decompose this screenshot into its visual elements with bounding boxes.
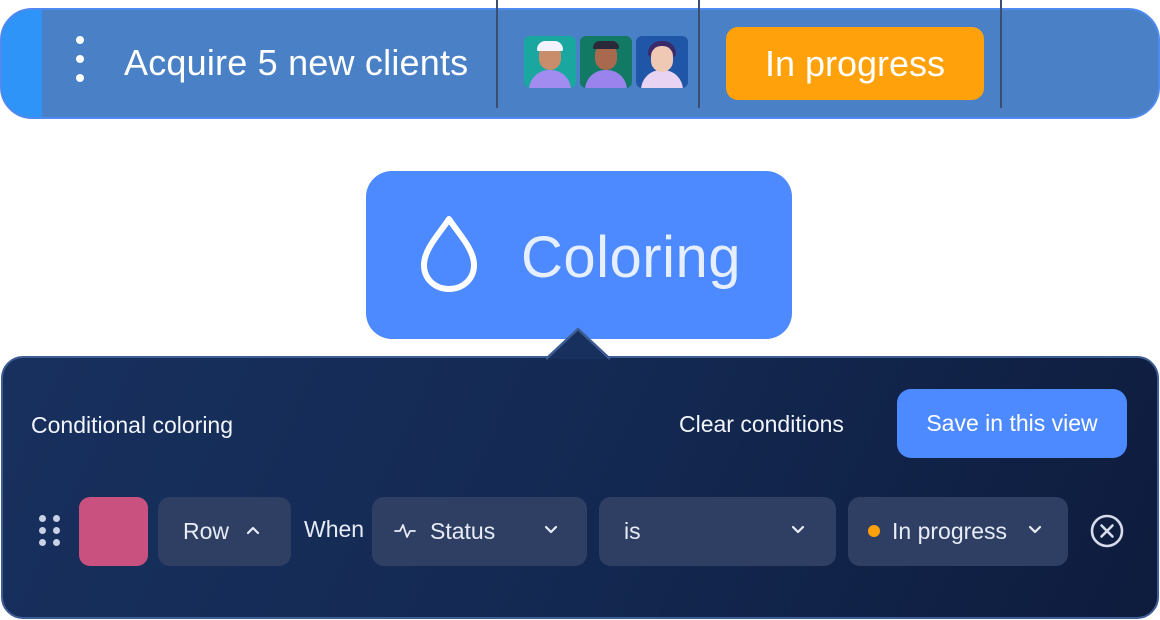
avatar-man-cap-icon[interactable]	[524, 36, 576, 88]
operator-select[interactable]: is	[599, 497, 836, 566]
chevron-down-icon	[791, 525, 805, 534]
coloring-label: Coloring	[521, 225, 741, 290]
save-in-view-button[interactable]: Save in this view	[897, 389, 1127, 458]
column-divider	[1000, 0, 1002, 108]
when-label: When	[304, 516, 365, 542]
color-swatch[interactable]	[79, 497, 148, 566]
column-divider	[698, 0, 700, 108]
value-select[interactable]: In progress	[848, 497, 1068, 566]
status-dot-icon	[868, 525, 880, 537]
vertical-dots-icon[interactable]	[68, 36, 92, 82]
field-select[interactable]: Status	[372, 497, 587, 566]
avatar-man-beard-icon[interactable]	[580, 36, 632, 88]
column-divider	[496, 0, 498, 108]
chevron-down-icon	[544, 525, 558, 534]
operator-select-value: is	[624, 518, 641, 544]
target-select-value: Row	[183, 518, 230, 544]
status-pill[interactable]: In progress	[726, 27, 984, 100]
panel-title: Conditional coloring	[31, 412, 234, 438]
panel-caret	[546, 327, 610, 360]
value-select-value: In progress	[892, 518, 1008, 544]
conditional-coloring-panel: Conditional coloring Clear conditions Sa…	[1, 356, 1159, 619]
coloring-button[interactable]: Coloring	[366, 171, 792, 339]
stage: Acquire 5 new clients In progress Colori…	[0, 0, 1160, 620]
row-title[interactable]: Acquire 5 new clients	[124, 42, 468, 84]
clear-conditions-button[interactable]: Clear conditions	[679, 411, 844, 438]
drag-handle-icon[interactable]	[39, 515, 61, 547]
avatar-woman-icon[interactable]	[636, 36, 688, 88]
remove-condition-icon[interactable]	[1089, 513, 1125, 549]
chevron-up-icon	[246, 526, 260, 535]
activity-pulse-icon	[394, 524, 416, 538]
drop-icon	[421, 216, 477, 292]
chevron-down-icon	[1028, 525, 1042, 534]
field-select-value: Status	[430, 518, 496, 544]
target-select[interactable]: Row	[158, 497, 291, 566]
row-color-accent	[2, 10, 42, 117]
assignee-avatars[interactable]	[524, 36, 688, 88]
